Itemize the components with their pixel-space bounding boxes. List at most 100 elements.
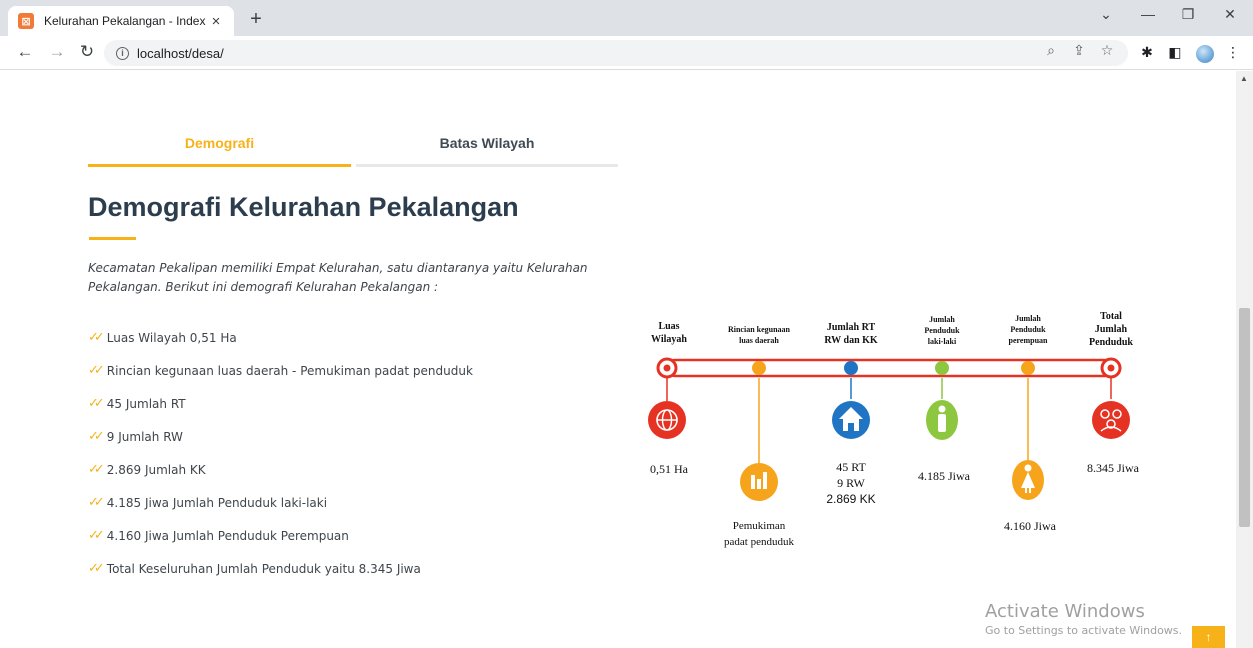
label-laki-1: Jumlah	[929, 315, 955, 324]
restore-icon[interactable]: ❐	[1178, 6, 1198, 23]
check-icon: ✓✓	[88, 429, 105, 444]
tab-search-icon[interactable]: ⌄	[1096, 6, 1116, 23]
label-laki-2: Penduduk	[924, 326, 960, 335]
tab-batas-wilayah[interactable]: Batas Wilayah	[356, 121, 618, 167]
value-perempuan: 4.160 Jiwa	[1004, 519, 1057, 533]
demographic-facts-list: ✓✓ Luas Wilayah 0,51 Ha ✓✓ Rincian kegunaa…	[88, 321, 473, 585]
list-item: ✓✓ 2.869 Jumlah KK	[88, 453, 473, 486]
fact-text: 4.185 Jiwa Jumlah Penduduk laki-laki	[106, 495, 328, 510]
list-item: ✓✓ Rincian kegunaan luas daerah - Pemukim…	[88, 354, 473, 387]
label-luas: Luas	[658, 321, 679, 332]
female-person-icon	[1012, 460, 1044, 500]
node-laki	[935, 361, 949, 375]
tab-demografi[interactable]: Demografi	[88, 121, 351, 167]
label-wilayah: Wilayah	[651, 334, 687, 345]
url-text[interactable]: localhost/desa/	[137, 46, 224, 61]
fact-text: Luas Wilayah 0,51 Ha	[106, 330, 237, 345]
title-accent-divider	[89, 237, 136, 240]
fact-text: 45 Jumlah RT	[106, 396, 186, 411]
fact-text: 9 Jumlah RW	[106, 429, 183, 444]
value-kk: 2.869 KK	[826, 492, 875, 506]
label-perempuan-3: perempuan	[1009, 336, 1049, 345]
label-luas-daerah: luas daerah	[739, 336, 779, 345]
demographic-infographic: Luas Wilayah Rincian kegunaan luas daera…	[631, 191, 1154, 582]
fact-text: Rincian kegunaan luas daerah - Pemukiman…	[106, 363, 473, 378]
check-icon: ✓✓	[88, 561, 105, 576]
browser-tab-strip: ⊠ Kelurahan Pekalangan - Index × + ⌄ — ❐…	[0, 0, 1253, 36]
value-rt: 45 RT	[836, 460, 866, 474]
browser-menu-icon[interactable]: ⋮	[1224, 44, 1242, 61]
label-perempuan-1: Jumlah	[1015, 314, 1041, 323]
house-icon	[832, 401, 870, 439]
check-icon: ✓✓	[88, 363, 105, 378]
male-person-icon	[926, 400, 958, 440]
fact-text: 2.869 Jumlah KK	[106, 462, 206, 477]
intro-paragraph: Kecamatan Pekalipan memiliki Empat Kelur…	[88, 261, 588, 294]
label-perempuan-2: Penduduk	[1010, 325, 1046, 334]
tab-close-icon[interactable]: ×	[208, 13, 224, 30]
chart-icon	[740, 463, 778, 501]
page-viewport: Demografi Batas Wilayah Demografi Kelura…	[0, 71, 1253, 648]
browser-toolbar: ← → ↻ i localhost/desa/ ⌕ ⇪ ☆ ✱ ◧ ⋮	[0, 36, 1253, 70]
label-total-3: Penduduk	[1089, 337, 1133, 348]
watermark-subtitle: Go to Settings to activate Windows.	[985, 624, 1183, 637]
close-window-icon[interactable]: ✕	[1220, 6, 1240, 23]
list-item: ✓✓ 4.185 Jiwa Jumlah Penduduk laki-laki	[88, 486, 473, 519]
value-total: 8.345 Jiwa	[1087, 461, 1140, 475]
label-laki-3: laki-laki	[928, 337, 957, 346]
label-jumlah-rt: Jumlah RT	[827, 322, 876, 333]
fact-text: 4.160 Jiwa Jumlah Penduduk Perempuan	[106, 528, 349, 543]
address-bar[interactable]: i localhost/desa/	[104, 40, 1128, 66]
list-item: ✓✓ Luas Wilayah 0,51 Ha	[88, 321, 473, 354]
timeline-bar	[665, 358, 1115, 378]
node-perempuan	[1021, 361, 1035, 375]
content-tabs: Demografi Batas Wilayah	[88, 121, 618, 167]
check-icon: ✓✓	[88, 528, 105, 543]
list-item: ✓✓ Total Keseluruhan Jumlah Penduduk yait…	[88, 552, 473, 585]
label-rw-kk: RW dan KK	[824, 335, 878, 346]
back-arrow-icon[interactable]: ←	[14, 42, 36, 62]
value-luas: 0,51 Ha	[650, 462, 689, 476]
value-pemukiman: Pemukiman	[733, 520, 786, 532]
new-tab-button[interactable]: +	[246, 9, 266, 29]
label-total-1: Total	[1100, 311, 1122, 322]
xampp-favicon-icon: ⊠	[18, 13, 34, 29]
minimize-icon[interactable]: —	[1138, 6, 1158, 22]
watermark-title: Activate Windows	[985, 601, 1145, 622]
windows-activation-watermark: Activate Windows Go to Settings to activ…	[985, 601, 1182, 637]
fact-text: Total Keseluruhan Jumlah Penduduk yaitu …	[106, 561, 421, 576]
scrollbar-thumb[interactable]	[1239, 308, 1250, 527]
zoom-icon[interactable]: ⌕	[1042, 42, 1060, 59]
node-dot	[663, 364, 671, 372]
list-item: ✓✓ 45 Jumlah RT	[88, 387, 473, 420]
check-icon: ✓✓	[88, 495, 105, 510]
extensions-puzzle-icon[interactable]: ✱	[1138, 44, 1156, 61]
globe-icon	[648, 401, 686, 439]
browser-tab[interactable]: ⊠ Kelurahan Pekalangan - Index ×	[8, 6, 234, 36]
value-laki: 4.185 Jiwa	[918, 469, 971, 483]
check-icon: ✓✓	[88, 396, 105, 411]
label-rincian: Rincian kegunaan	[728, 325, 791, 334]
scroll-up-arrow-icon[interactable]: ▲	[1240, 74, 1248, 83]
list-item: ✓✓ 9 Jumlah RW	[88, 420, 473, 453]
page-scrollbar[interactable]: ▲	[1236, 71, 1253, 648]
share-icon[interactable]: ⇪	[1070, 42, 1088, 59]
check-icon: ✓✓	[88, 330, 105, 345]
page-title: Demografi Kelurahan Pekalangan	[88, 192, 519, 222]
label-total-2: Jumlah	[1095, 324, 1128, 335]
back-to-top-button[interactable]: ↑	[1192, 626, 1225, 648]
population-group-icon	[1092, 401, 1130, 439]
reload-icon[interactable]: ↻	[76, 42, 98, 62]
value-rw: 9 RW	[837, 476, 865, 490]
list-item: ✓✓ 4.160 Jiwa Jumlah Penduduk Perempuan	[88, 519, 473, 552]
node-rt	[844, 361, 858, 375]
tab-title: Kelurahan Pekalangan - Index	[44, 14, 206, 28]
value-padat-penduduk: padat penduduk	[724, 536, 794, 548]
site-info-icon[interactable]: i	[116, 46, 129, 60]
profile-avatar[interactable]	[1196, 45, 1214, 63]
check-icon: ✓✓	[88, 462, 105, 477]
node-dot	[1107, 364, 1115, 372]
side-panel-icon[interactable]: ◧	[1166, 44, 1184, 61]
bookmark-star-icon[interactable]: ☆	[1098, 42, 1116, 59]
forward-arrow-icon[interactable]: →	[46, 42, 68, 62]
